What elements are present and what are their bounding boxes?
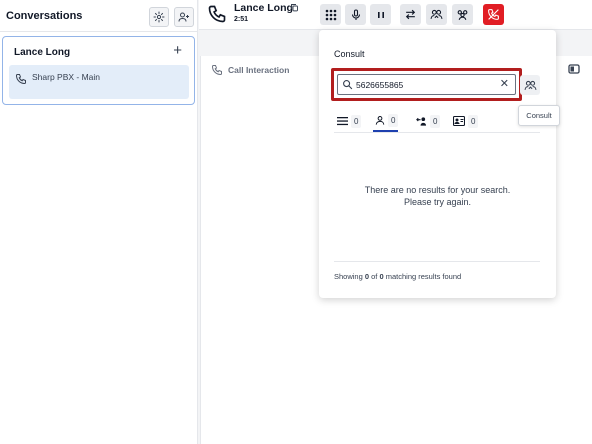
search-icon [343,80,353,90]
add-person-icon [178,12,189,22]
filter-tab-all[interactable]: 0 [337,110,362,132]
plus-icon[interactable]: + [173,42,182,59]
contact-card-icon [453,116,465,126]
conversation-line-item[interactable]: Sharp PBX - Main [9,65,189,99]
pause-icon [377,11,384,18]
hangup-button[interactable] [483,4,504,25]
microphone-icon [351,8,360,20]
search-highlight: ✕ [331,68,522,101]
queue-icon [416,116,427,126]
copy-icon[interactable] [290,3,299,12]
settings-button[interactable] [149,7,169,27]
conference-button[interactable] [452,4,473,25]
consult-icon [524,80,536,90]
conversations-sidebar: Conversations Lance Long + Sharp PBX - M… [0,0,198,444]
call-toolbar: Lance Long 2:51 [199,0,592,30]
results-summary: Showing 0 of 0 matching results found [334,272,462,281]
call-timer: 2:51 [234,16,249,23]
transfer-button[interactable] [400,4,421,25]
filter-tab-queues[interactable]: 0 [415,110,441,132]
search-input[interactable] [356,78,496,92]
filter-tab-contacts[interactable]: 0 [453,110,479,132]
dialpad-icon [325,9,336,20]
no-results-message: There are no results for your search. Pl… [319,184,556,208]
phone-icon [211,65,222,76]
list-icon [337,117,348,126]
filter-tab-people[interactable]: 0 [373,110,399,132]
search-box[interactable]: ✕ [337,74,516,95]
consult-icon [430,9,443,19]
hold-button[interactable] [370,4,391,25]
consult-tooltip: Consult [518,105,560,126]
filter-count: 0 [388,113,399,127]
conversation-name: Lance Long [14,47,71,58]
transfer-icon [405,9,416,20]
consult-button[interactable] [520,75,540,95]
caller-name: Lance Long [234,2,293,14]
gear-icon [153,11,165,23]
filter-count: 0 [468,114,479,128]
consult-popover: Consult ✕ 0 0 0 0 There are no results f… [319,30,556,298]
footer-divider [334,261,540,262]
consult-toolbar-button[interactable] [426,4,447,25]
panel-toggle-icon[interactable] [568,64,580,74]
hangup-icon [488,9,499,20]
add-contact-button[interactable] [174,7,194,27]
filter-count: 0 [430,114,441,128]
conference-icon [457,10,468,20]
consult-title: Consult [334,49,365,59]
conversation-line-label: Sharp PBX - Main [32,72,101,82]
mute-button[interactable] [345,4,366,25]
dialpad-button[interactable] [320,4,341,25]
phone-icon [208,5,226,23]
sidebar-title: Conversations [6,10,83,22]
filter-count: 0 [351,114,362,128]
person-icon [375,115,385,125]
no-results-line: There are no results for your search. [364,185,511,195]
filter-divider [334,132,540,133]
phone-icon [15,74,26,85]
conversation-card[interactable]: Lance Long + Sharp PBX - Main [2,36,195,105]
call-interaction-label: Call Interaction [228,65,290,75]
sidebar-header: Conversations [0,0,198,32]
no-results-line: Please try again. [403,197,472,207]
clear-search-icon[interactable]: ✕ [500,77,509,90]
